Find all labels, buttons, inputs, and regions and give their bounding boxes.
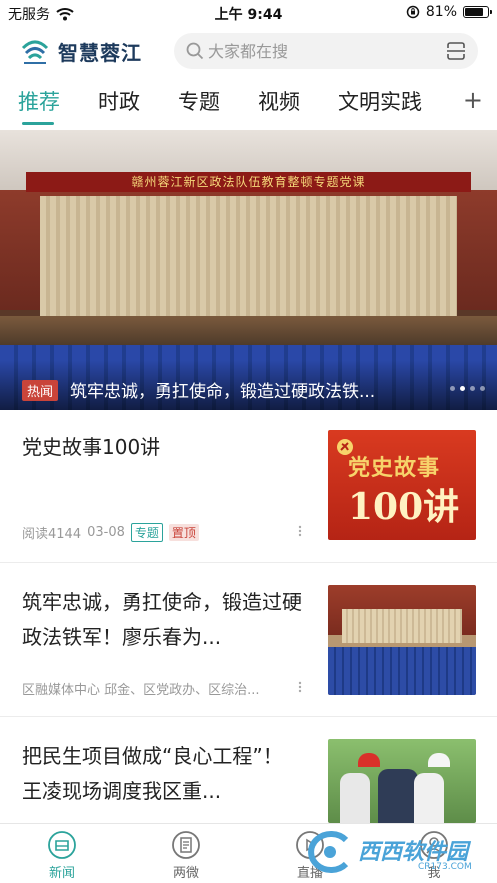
carousel-dot[interactable] — [450, 386, 455, 391]
battery-icon — [463, 6, 492, 18]
pinned-badge: 置顶 — [168, 524, 199, 541]
news-source: 区融媒体中心 邱金、区党政办、区综治... — [22, 683, 260, 698]
scan-icon[interactable] — [446, 41, 466, 61]
more-options-icon[interactable] — [296, 680, 304, 694]
news-meta: 阅读4144 03-08 专题 置顶 — [22, 523, 199, 542]
thumbnail-person — [378, 769, 418, 823]
news-item[interactable]: 把民生项目做成“良心工程”！王凌现场调度我区重... — [0, 717, 497, 823]
news-meta: 区融媒体中心 邱金、区党政办、区综治... — [22, 679, 292, 698]
tab-civilization-practice[interactable]: 文明实践 — [338, 86, 422, 116]
hot-tag: 热闻 — [22, 380, 59, 401]
search-icon — [186, 42, 204, 60]
thumbnail-helmet — [428, 753, 450, 767]
app-logo[interactable]: 智慧蓉江 — [20, 34, 142, 68]
add-tab-icon[interactable]: + — [463, 86, 483, 114]
watermark-subtext: CR173.COM — [418, 862, 472, 872]
thumbnail-curtain — [342, 609, 462, 643]
news-item[interactable]: 党史故事100讲 阅读4144 03-08 专题 置顶 党史故事 100讲 — [0, 410, 497, 562]
thumbnail-person — [340, 773, 370, 823]
read-count: 阅读4144 — [22, 527, 82, 542]
banner-curtain — [40, 196, 457, 316]
banner-stage — [0, 316, 497, 346]
nav-news-label: 新闻 — [48, 866, 75, 881]
banner-carousel[interactable]: 赣州蓉江新区政法队伍教育整顿专题党课 热闻 筑牢忠诚，勇扛使命，锻造过硬政法铁.… — [0, 130, 497, 410]
app-header: 智慧蓉江 — [0, 28, 497, 76]
news-item[interactable]: 筑牢忠诚，勇扛使命，锻造过硬政法铁军！廖乐春为... 区融媒体中心 邱金、区党政… — [0, 563, 497, 715]
carousel-dot[interactable] — [470, 386, 475, 391]
news-icon — [48, 831, 76, 859]
status-bar: 无服务 上午 9:44 81% — [0, 0, 497, 26]
news-date: 03-08 — [87, 525, 125, 540]
tab-recommend[interactable]: 推荐 — [18, 86, 60, 116]
tab-active-indicator — [22, 122, 54, 125]
carousel-dots — [450, 386, 485, 391]
nav-news[interactable]: 新闻 — [32, 830, 92, 881]
tab-topics[interactable]: 专题 — [178, 86, 220, 116]
orientation-lock-icon — [406, 5, 420, 19]
battery-percent: 81% — [425, 4, 457, 20]
tab-video[interactable]: 视频 — [258, 86, 300, 116]
search-input[interactable] — [208, 33, 428, 69]
app-name: 智慧蓉江 — [58, 40, 142, 65]
more-options-icon[interactable] — [296, 524, 304, 538]
thumbnail-number: 100讲 — [348, 486, 460, 528]
nav-weibo-wechat[interactable]: 两微 — [156, 830, 216, 881]
carousel-dot[interactable] — [460, 386, 465, 391]
topic-badge: 专题 — [130, 523, 163, 542]
thumbnail-person — [414, 773, 444, 823]
tab-politics[interactable]: 时政 — [98, 86, 140, 116]
document-icon — [172, 831, 200, 859]
logo-icon — [21, 40, 49, 64]
battery-fill — [465, 8, 483, 16]
banner-caption: 筑牢忠诚，勇扛使命，锻造过硬政法铁... — [70, 382, 376, 402]
news-title: 把民生项目做成“良心工程”！王凌现场调度我区重... — [22, 744, 283, 803]
banner-stage-text: 赣州蓉江新区政法队伍教育整顿专题党课 — [26, 172, 471, 192]
news-thumbnail: 党史故事 100讲 — [328, 430, 476, 540]
watermark-logo-icon — [308, 831, 349, 873]
nav-weibo-wechat-label: 两微 — [172, 866, 199, 881]
watermark: 西西软件园 CR173.COM — [300, 826, 490, 876]
news-thumbnail — [328, 739, 476, 823]
carousel-dot[interactable] — [480, 386, 485, 391]
news-title: 党史故事100讲 — [22, 435, 161, 459]
news-title: 筑牢忠诚，勇扛使命，锻造过硬政法铁军！廖乐春为... — [22, 590, 302, 649]
search-bar[interactable] — [174, 33, 478, 69]
news-thumbnail — [328, 585, 476, 695]
thumbnail-helmet — [358, 753, 380, 767]
status-right: 81% — [406, 4, 492, 20]
category-tabs: 推荐 时政 专题 视频 文明实践 + — [0, 82, 497, 126]
thumbnail-seats — [328, 647, 476, 695]
